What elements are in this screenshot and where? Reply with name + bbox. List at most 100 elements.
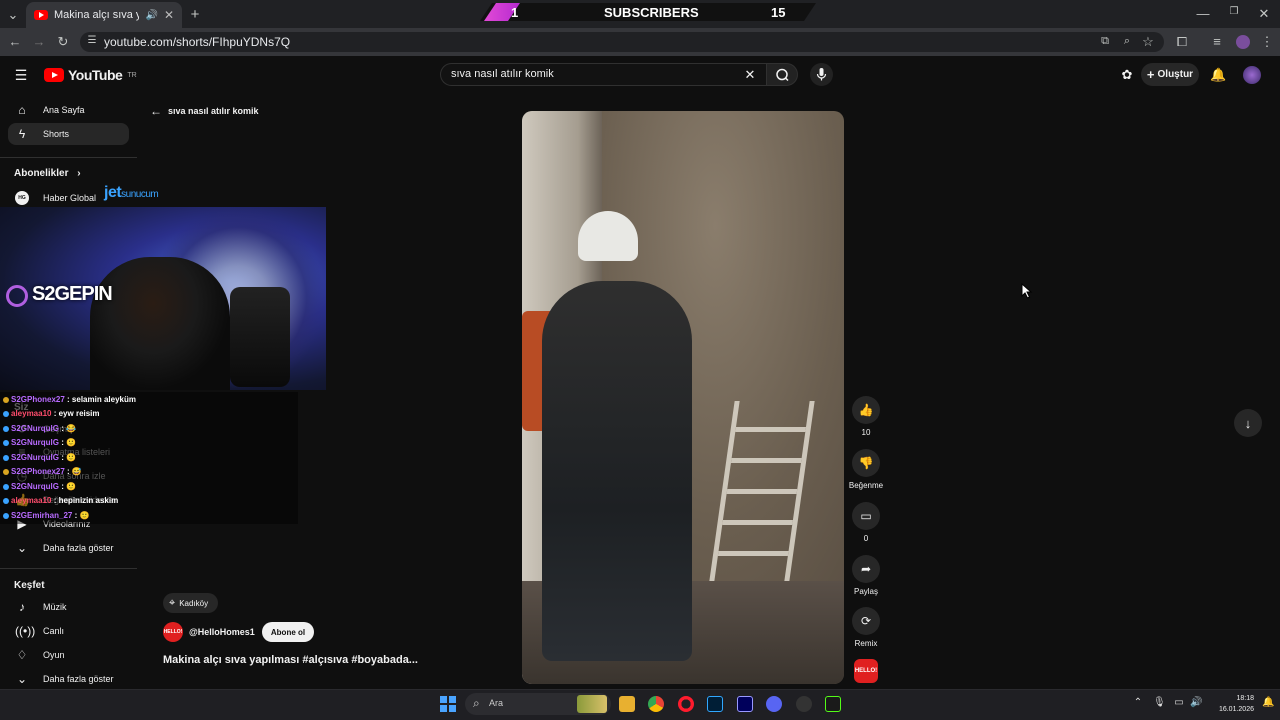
zoom-icon[interactable]: ⌕ [1120, 35, 1134, 48]
premiere-icon[interactable] [737, 696, 753, 712]
media-control-icon[interactable]: ≡ [1210, 34, 1224, 49]
sidebar-item-live[interactable]: ((•)) Canlı [8, 620, 129, 642]
site-info-icon[interactable]: ☰ [86, 35, 98, 46]
subscriber-goal-count: 15 [771, 5, 786, 20]
sponsor-name: jet [104, 184, 122, 201]
chevron-up-icon[interactable]: ⌃ [1132, 697, 1144, 708]
extensions-icon[interactable]: ⧠ [1175, 34, 1189, 50]
comment-icon: ▭ [860, 509, 872, 523]
next-short-button[interactable]: ↓ [1234, 409, 1262, 437]
arrow-down-icon: ↓ [1244, 415, 1252, 431]
subscribe-button[interactable]: Abone ol [262, 622, 314, 642]
streaming-app-icon[interactable] [825, 696, 841, 712]
microphone-tray-icon[interactable]: 🎙 [1153, 697, 1166, 708]
channel-name[interactable]: @HelloHomes1 [189, 627, 255, 637]
sidebar-item-shorts[interactable]: ϟ Shorts [8, 123, 129, 145]
sidebar-item-label: Haber Global [43, 193, 97, 203]
chrome-icon[interactable] [648, 696, 664, 712]
streamer-webcam: S2GEPIN [0, 207, 326, 390]
search-input[interactable]: sıva nasıl atılır komik ✕ [440, 63, 766, 86]
music-note-icon: ♪ [19, 600, 25, 614]
location-chip[interactable]: ⌖ Kadıköy [163, 593, 219, 613]
discord-icon[interactable] [766, 696, 782, 712]
search-button[interactable] [766, 63, 798, 86]
worker-cap [578, 211, 638, 261]
sidebar-item-label: Daha fazla göster [43, 674, 114, 684]
sidebar-show-more-1[interactable]: ⌄ Daha fazla göster [8, 537, 129, 559]
bookmark-star-icon[interactable]: ☆ [1141, 34, 1155, 50]
chat-message: S2GPhonex27 : 😅 [3, 467, 82, 476]
remix-button[interactable]: ⟳ [852, 607, 880, 635]
notifications-bell-icon[interactable]: 🔔 [1210, 67, 1226, 83]
mouse-cursor-icon [1021, 283, 1033, 299]
url-bar[interactable]: ☰ youtube.com/shorts/FIhpuYDNs7Q [80, 32, 1164, 52]
location-pin-icon: ⌖ [169, 596, 176, 609]
chevron-down-icon: ⌄ [16, 541, 28, 555]
channel-avatar[interactable]: HELLO! [163, 622, 183, 642]
windows-start-icon[interactable] [440, 696, 456, 712]
minimize-icon[interactable]: — [1196, 6, 1210, 21]
obs-icon[interactable] [796, 696, 812, 712]
voice-search-button[interactable] [810, 63, 833, 86]
network-icon[interactable]: ▭ [1173, 697, 1185, 708]
streamer-logo-icon [6, 285, 28, 307]
chat-message: S2GNurqulG : 🙂 [3, 438, 76, 447]
chevron-down-icon: ⌄ [16, 672, 28, 686]
microphone-icon [816, 68, 827, 81]
sidebar-divider [0, 157, 137, 158]
file-explorer-icon[interactable] [619, 696, 635, 712]
share-label: Paylaş [853, 587, 878, 596]
region-code: TR [127, 71, 137, 79]
reload-icon[interactable]: ↻ [56, 34, 70, 50]
short-title[interactable]: Makina alçı sıva yapılması #alçısıva #bo… [163, 654, 418, 666]
dislike-button[interactable]: 👎 [852, 449, 880, 477]
new-tab-icon[interactable]: + [188, 6, 202, 23]
clear-search-icon[interactable]: ✕ [743, 67, 757, 83]
studio-icon[interactable]: ✿ [1120, 67, 1134, 83]
sidebar-item-music[interactable]: ♪ Müzik [8, 596, 129, 618]
account-avatar[interactable] [1243, 66, 1261, 84]
sidebar-item-gaming[interactable]: ♢ Oyun [8, 644, 129, 666]
plus-icon: + [1146, 67, 1155, 82]
audio-icon[interactable]: 🔊 [145, 10, 157, 21]
close-tab-icon[interactable]: ✕ [164, 8, 174, 22]
shorts-video[interactable] [522, 111, 844, 684]
browser-menu-icon[interactable]: ⋮ [1260, 34, 1274, 50]
taskbar-search[interactable]: ⌕ Ara [465, 693, 611, 715]
photoshop-icon[interactable] [707, 696, 723, 712]
notification-center-icon[interactable]: 🔔 [1262, 697, 1274, 708]
opera-icon[interactable] [678, 696, 694, 712]
create-button[interactable]: + Oluştur [1141, 63, 1199, 86]
tab-list-icon[interactable]: ⌄ [6, 7, 20, 23]
sidebar-subscriptions-heading[interactable]: Abonelikler › [14, 168, 81, 179]
browser-tab[interactable]: Makina alçı sıva yapılması # 🔊 ✕ [26, 2, 182, 28]
home-icon: ⌂ [18, 103, 26, 117]
create-label: Oluştur [1157, 69, 1194, 80]
hamburger-menu-icon[interactable]: ☰ [14, 67, 28, 84]
volume-icon[interactable]: 🔊 [1190, 697, 1202, 708]
arrow-left-icon: ← [150, 104, 162, 118]
install-app-icon[interactable]: ⧉ [1098, 35, 1112, 48]
share-button[interactable]: ➦ [852, 555, 880, 583]
profile-avatar[interactable] [1236, 35, 1250, 49]
subscriber-banner-label: SUBSCRIBERS [604, 5, 699, 20]
search-highlight-icon [577, 695, 607, 713]
window-close-icon[interactable]: ✕ [1257, 6, 1271, 22]
thumbs-up-icon: 👍 [858, 403, 874, 417]
system-clock[interactable]: 18:18 16.01.2026 [1208, 693, 1254, 715]
comments-button[interactable]: ▭ [852, 502, 880, 530]
youtube-logo[interactable]: YouTube TR [44, 67, 137, 83]
forward-icon[interactable]: → [32, 34, 46, 49]
chat-message: S2GNurqulG : 🙂 [3, 482, 76, 491]
sidebar-explore-heading: Keşfet [14, 580, 45, 591]
back-icon[interactable]: ← [8, 34, 22, 49]
channel-info[interactable]: HELLO! @HelloHomes1 [163, 622, 255, 642]
back-to-search-link[interactable]: ← sıva nasıl atılır komik [150, 104, 259, 118]
heading-text: Abonelikler [14, 168, 69, 179]
sponsor-logo: jetsunucum [104, 184, 159, 202]
like-button[interactable]: 👍 [852, 396, 880, 424]
sidebar-show-more-2[interactable]: ⌄ Daha fazla göster [8, 668, 129, 690]
audio-source-thumbnail[interactable]: HELLO! [854, 659, 878, 683]
sidebar-item-home[interactable]: ⌂ Ana Sayfa [8, 99, 129, 121]
restore-icon[interactable]: ❐ [1227, 6, 1241, 17]
